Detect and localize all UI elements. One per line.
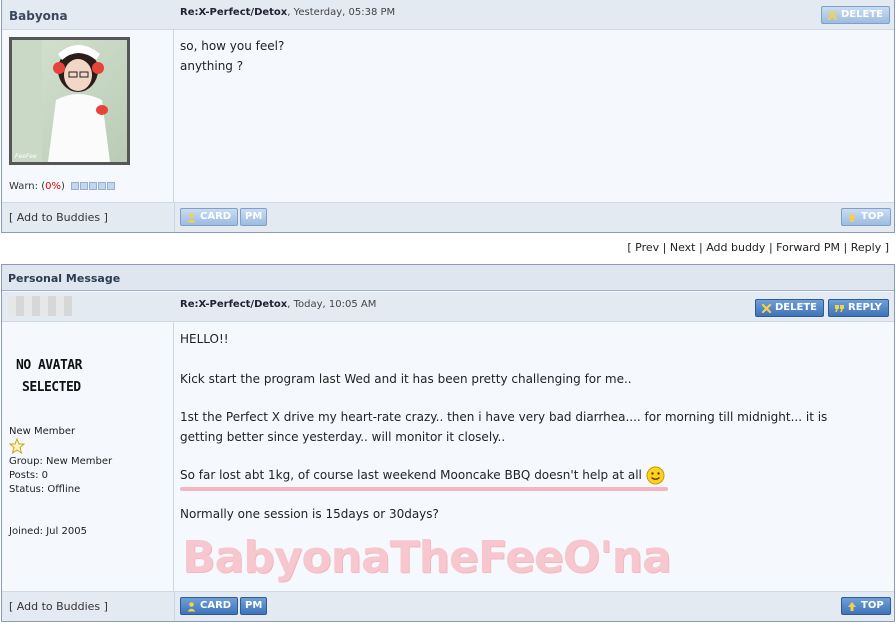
post-meta: Re:X-Perfect/Detox, Yesterday, 05:38 PM bbox=[180, 7, 395, 18]
pm-navigation: [ Prev | Next | Add buddy | Forward PM |… bbox=[627, 241, 889, 254]
post-subject: Re:X-Perfect/Detox bbox=[180, 299, 288, 310]
warn-box bbox=[80, 182, 89, 190]
post-line: Normally one session is 15days or 30days… bbox=[180, 506, 439, 521]
post-time: , Today, 10:05 AM bbox=[287, 299, 377, 310]
x-icon bbox=[760, 302, 772, 314]
warn-close: ) bbox=[60, 181, 65, 192]
delete-label: DELETE bbox=[841, 9, 883, 20]
nav-bracket-close: ] bbox=[884, 241, 889, 254]
watermark: BabyonaTheFeeO'na bbox=[182, 532, 672, 583]
warn-box bbox=[71, 182, 80, 190]
post-meta: Re:X-Perfect/Detox, Today, 10:05 AM bbox=[180, 299, 376, 310]
nav-bracket-open: [ bbox=[627, 241, 632, 254]
arrow-up-icon bbox=[846, 600, 858, 612]
post-line: getting better since yesterday.. will mo… bbox=[180, 429, 506, 444]
footer-divider bbox=[174, 203, 175, 232]
pm-button[interactable]: PM bbox=[240, 208, 268, 226]
warn-value: 0% bbox=[45, 181, 61, 192]
forward-pm-link[interactable]: Forward PM bbox=[776, 241, 840, 254]
arrow-up-icon bbox=[846, 211, 858, 223]
post-header: Babyona Re:X-Perfect/Detox, Yesterday, 0… bbox=[2, 0, 894, 30]
post-body: HELLO!! Kick start the program last Wed … bbox=[180, 330, 827, 524]
reply-label: REPLY bbox=[848, 302, 882, 313]
member-joined: Joined: Jul 2005 bbox=[9, 526, 87, 537]
reply-link[interactable]: Reply bbox=[851, 241, 881, 254]
svg-text:FeeFee: FeeFee bbox=[15, 153, 37, 160]
pm-button[interactable]: PM bbox=[240, 597, 268, 615]
warn-label: Warn: ( bbox=[9, 181, 46, 192]
pm-label: PM bbox=[245, 600, 263, 611]
nav-separator: | bbox=[768, 241, 773, 254]
post-line: Kick start the program last Wed and it h… bbox=[180, 371, 632, 386]
no-avatar-line: NO AVATAR bbox=[16, 358, 82, 373]
pm-label: PM bbox=[245, 211, 263, 222]
post-footer: [ Add to Buddies ] CARD PM TOP bbox=[2, 591, 894, 621]
top-button[interactable]: TOP bbox=[841, 597, 891, 615]
delete-button[interactable]: DELETE bbox=[821, 6, 890, 24]
card-label: CARD bbox=[200, 211, 232, 222]
post-line: anything ? bbox=[180, 58, 244, 73]
user-icon bbox=[185, 600, 197, 612]
personal-message: Personal Message Re:X-Perfect/Detox, Tod… bbox=[1, 264, 895, 622]
next-link[interactable]: Next bbox=[670, 241, 696, 254]
warn-box bbox=[107, 182, 116, 190]
no-avatar-line: SELECTED bbox=[22, 380, 81, 395]
footer-divider bbox=[174, 592, 175, 621]
warn-box bbox=[89, 182, 98, 190]
warn-level: Warn: (0%) bbox=[9, 181, 116, 192]
card-label: CARD bbox=[200, 600, 232, 611]
pink-highlight-underline bbox=[180, 487, 668, 491]
post-line: so, how you feel? bbox=[180, 39, 285, 53]
add-to-buddies-link[interactable]: [ Add to Buddies ] bbox=[9, 211, 108, 224]
member-posts: Posts: 0 bbox=[9, 470, 49, 481]
card-button[interactable]: CARD bbox=[180, 597, 239, 615]
delete-label: DELETE bbox=[775, 302, 817, 313]
blurred-author-name bbox=[8, 296, 72, 316]
member-group: Group: New Member bbox=[9, 456, 113, 467]
post-subject: Re:X-Perfect/Detox bbox=[180, 7, 288, 18]
user-icon bbox=[185, 211, 197, 223]
post-line-with-smiley: So far lost abt 1kg, of course last week… bbox=[180, 466, 827, 486]
smiley-icon bbox=[646, 466, 665, 485]
quote-icon bbox=[833, 302, 845, 314]
post-line: HELLO!! bbox=[180, 332, 229, 346]
post-line: 1st the Perfect X drive my heart-rate cr… bbox=[180, 410, 828, 424]
x-icon bbox=[826, 9, 838, 21]
member-status: Status: Offline bbox=[9, 484, 81, 495]
section-title: Personal Message bbox=[2, 265, 894, 291]
post-header: Re:X-Perfect/Detox, Today, 10:05 AM DELE… bbox=[2, 292, 894, 322]
top-label: TOP bbox=[861, 600, 884, 611]
avatar[interactable]: FeeFee bbox=[9, 37, 130, 165]
card-button[interactable]: CARD bbox=[180, 208, 239, 226]
add-buddy-link[interactable]: Add buddy bbox=[706, 241, 765, 254]
post-footer: [ Add to Buddies ] CARD PM TOP bbox=[2, 202, 894, 232]
post-body: so, how you feel? anything ? bbox=[180, 37, 284, 76]
delete-button[interactable]: DELETE bbox=[755, 299, 824, 317]
top-label: TOP bbox=[861, 211, 884, 222]
top-button[interactable]: TOP bbox=[841, 208, 891, 226]
nav-separator: | bbox=[662, 241, 667, 254]
post-babyona: Babyona Re:X-Perfect/Detox, Yesterday, 0… bbox=[1, 0, 895, 233]
post-line: So far lost abt 1kg, of course last week… bbox=[180, 468, 642, 482]
warn-box bbox=[98, 182, 107, 190]
nav-separator: | bbox=[698, 241, 703, 254]
post-time: , Yesterday, 05:38 PM bbox=[287, 7, 396, 18]
no-avatar-placeholder: NO AVATAR SELECTED bbox=[16, 355, 82, 399]
add-to-buddies-link[interactable]: [ Add to Buddies ] bbox=[9, 600, 108, 613]
member-title: New Member bbox=[9, 426, 76, 437]
reply-button[interactable]: REPLY bbox=[828, 299, 889, 317]
nav-separator: | bbox=[843, 241, 848, 254]
prev-link[interactable]: Prev bbox=[635, 241, 659, 254]
author-name[interactable]: Babyona bbox=[9, 9, 68, 23]
